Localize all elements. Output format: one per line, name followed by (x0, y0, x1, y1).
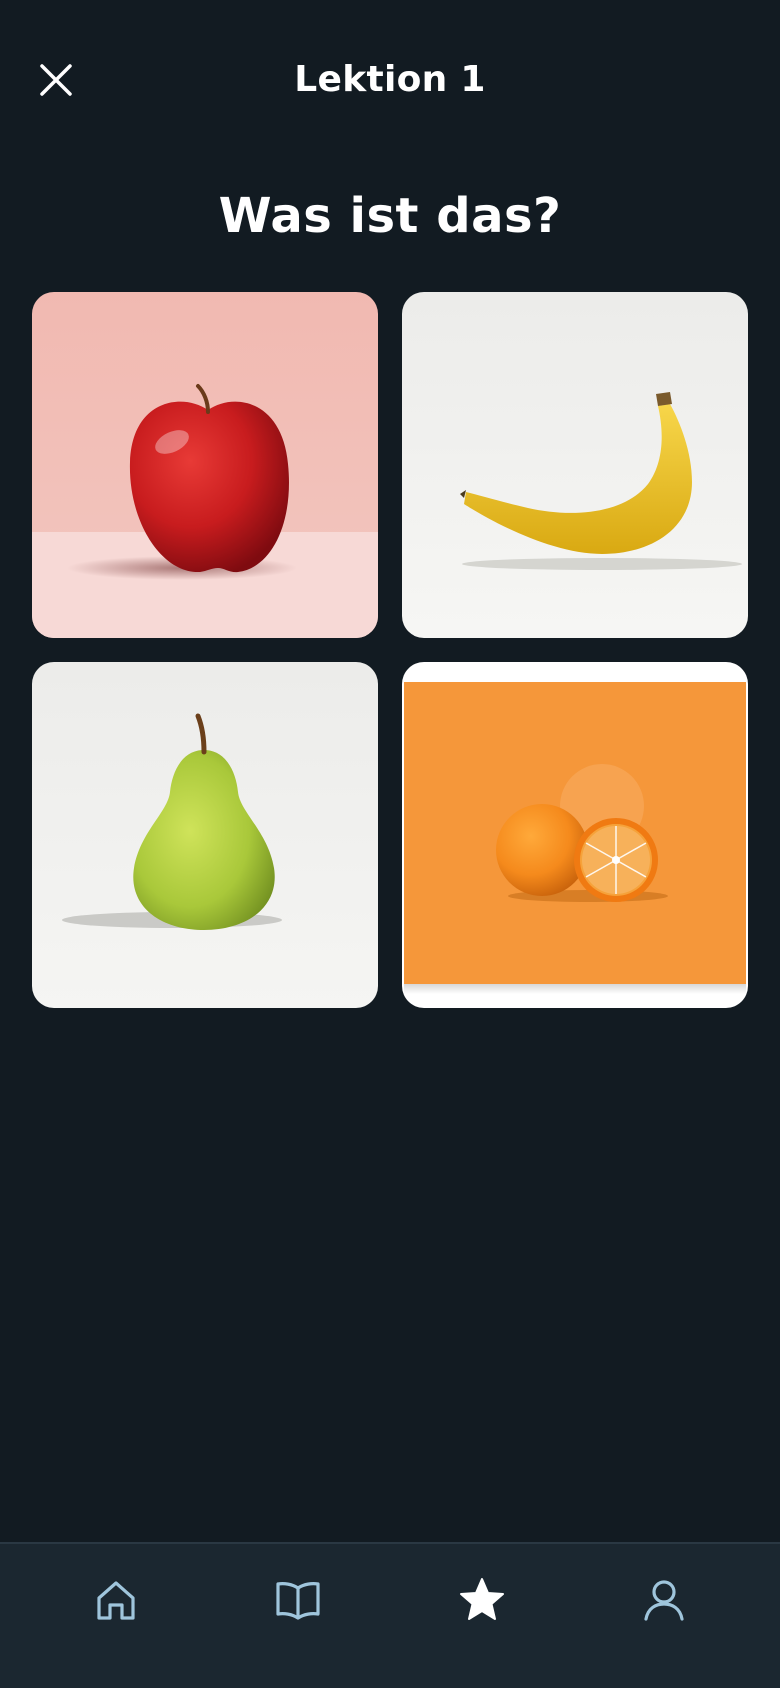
answer-grid (32, 292, 748, 1008)
header: Lektion 1 (0, 0, 780, 160)
answer-option-apple[interactable] (32, 292, 378, 638)
book-icon (276, 1582, 320, 1620)
nav-item-lessons[interactable] (266, 1568, 330, 1632)
home-icon (97, 1581, 135, 1620)
nav-item-home[interactable] (84, 1568, 148, 1632)
apple-image (32, 292, 378, 638)
banana-image (402, 292, 748, 638)
pear-image (32, 662, 378, 1008)
bottom-nav (0, 1542, 780, 1688)
question-prompt: Was ist das? (218, 188, 562, 244)
lesson-title: Lektion 1 (294, 59, 486, 100)
orange-image (402, 662, 748, 1008)
answer-option-orange[interactable] (402, 662, 748, 1008)
profile-icon (644, 1580, 684, 1621)
nav-item-favorites[interactable] (450, 1568, 514, 1632)
answer-option-pear[interactable] (32, 662, 378, 1008)
star-icon (460, 1578, 504, 1620)
nav-item-profile[interactable] (632, 1568, 696, 1632)
answer-option-banana[interactable] (402, 292, 748, 638)
